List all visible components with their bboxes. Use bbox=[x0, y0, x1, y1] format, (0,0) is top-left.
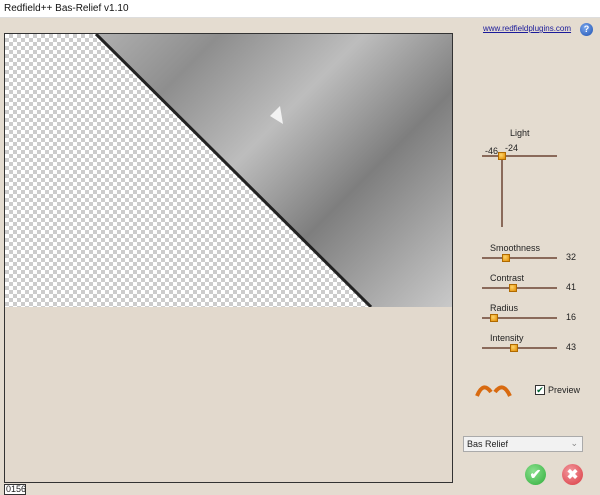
help-icon[interactable]: ? bbox=[580, 23, 593, 36]
slider-label: Contrast bbox=[490, 273, 525, 283]
preview-label: Preview bbox=[548, 385, 581, 395]
chevron-down-icon: ⌄ bbox=[570, 438, 578, 448]
slider-value: 43 bbox=[566, 342, 577, 352]
slider-track[interactable] bbox=[482, 257, 557, 259]
slider-knob[interactable] bbox=[510, 344, 518, 352]
slider-track[interactable] bbox=[482, 347, 557, 349]
website-link[interactable]: www.redfieldplugins.com bbox=[483, 24, 571, 33]
reset-arrows-icon[interactable] bbox=[475, 383, 515, 397]
slider-label: Intensity bbox=[490, 333, 524, 343]
light-y-track[interactable] bbox=[501, 155, 503, 227]
slider-label: Radius bbox=[490, 303, 519, 313]
slider-knob[interactable] bbox=[509, 284, 517, 292]
light-x-track[interactable] bbox=[482, 155, 557, 157]
slider-label: Smoothness bbox=[490, 243, 541, 253]
light-label: Light bbox=[510, 128, 530, 138]
title-bar: Redfield++ Bas-Relief v1.10 bbox=[0, 0, 600, 18]
slider-value: 32 bbox=[566, 252, 577, 262]
light-knob[interactable] bbox=[498, 152, 506, 160]
light-y-value: -24 bbox=[505, 143, 519, 153]
ok-button[interactable]: ✔ bbox=[525, 464, 546, 485]
image-edge bbox=[94, 34, 373, 307]
slider-knob[interactable] bbox=[490, 314, 498, 322]
mode-select-value: Bas Relief bbox=[467, 439, 509, 449]
preview-panel[interactable] bbox=[4, 33, 453, 483]
window-title: Redfield++ Bas-Relief v1.10 bbox=[4, 3, 129, 14]
slider-track[interactable] bbox=[482, 287, 557, 289]
slider-value: 41 bbox=[566, 282, 577, 292]
slider-knob[interactable] bbox=[502, 254, 510, 262]
mode-select[interactable]: Bas Relief ⌄ bbox=[463, 436, 583, 452]
slider-value: 16 bbox=[566, 312, 577, 322]
cancel-button[interactable]: ✖ bbox=[562, 464, 583, 485]
status-field: 0156 bbox=[4, 484, 27, 495]
preview-checkbox[interactable]: ✔ bbox=[535, 385, 545, 395]
